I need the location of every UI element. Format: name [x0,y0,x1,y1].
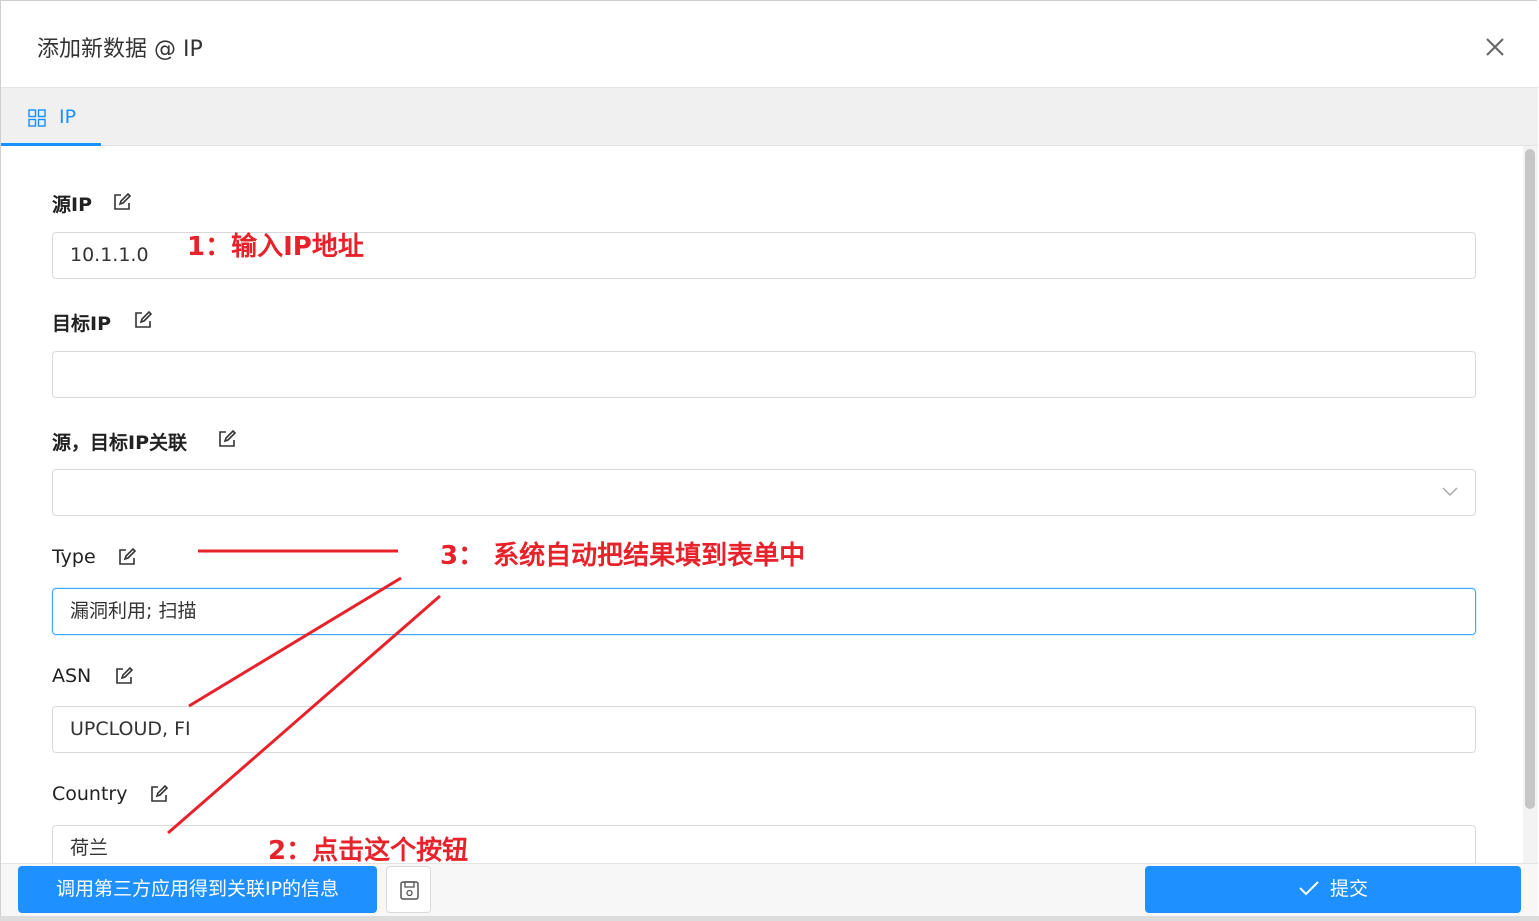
type-label: Type [52,546,96,568]
fetch-related-ip-label: 调用第三方应用得到关联IP的信息 [55,878,340,900]
annotation-step2: 2：点击这个按钮 [268,836,469,866]
edit-icon[interactable] [217,429,237,449]
type-input[interactable]: 漏洞利用; 扫描 [52,588,1476,635]
source-ip-label: 源IP [52,194,92,216]
annotation-step3: 3： 系统自动把结果填到表单中 [440,541,806,571]
tab-active-indicator [1,143,101,146]
edit-icon[interactable] [117,547,137,567]
relation-label: 源，目标IP关联 [52,432,187,454]
window-bottom-edge [0,916,1539,921]
edit-icon[interactable] [114,666,134,686]
close-button[interactable] [1481,33,1509,61]
scrollbar-thumb[interactable] [1525,149,1535,809]
asn-label: ASN [52,665,92,687]
tab-bar: IP [1,88,1538,146]
tab-ip[interactable]: IP [1,88,101,146]
edit-icon[interactable] [133,310,153,330]
save-icon [400,881,419,900]
target-ip-input[interactable] [52,351,1476,398]
chevron-down-icon [1442,487,1458,497]
submit-button[interactable]: 提交 [1145,866,1521,913]
tab-ip-label: IP [59,106,77,128]
grid-icon [28,109,46,127]
relation-select[interactable] [52,469,1476,516]
annotation-step1: 1：输入IP地址 [187,232,364,262]
dialog-title: 添加新数据 @ IP [37,37,203,62]
save-button[interactable] [386,866,431,913]
fetch-related-ip-button[interactable]: 调用第三方应用得到关联IP的信息 [18,866,377,913]
edit-icon[interactable] [149,784,169,804]
edit-icon[interactable] [112,192,132,212]
submit-label: 提交 [1329,878,1368,900]
country-input[interactable]: 荷兰 [52,825,1476,864]
check-icon [1299,881,1319,896]
country-label: Country [52,783,128,805]
close-icon [1486,38,1504,56]
asn-input[interactable]: UPCLOUD, FI [52,706,1476,753]
target-ip-label: 目标IP [52,313,111,335]
dialog-header: 添加新数据 @ IP [1,1,1538,88]
add-data-dialog: 添加新数据 @ IP IP 源IP 10.1.1.0 目标IP 源，目标IP关联… [0,0,1538,921]
